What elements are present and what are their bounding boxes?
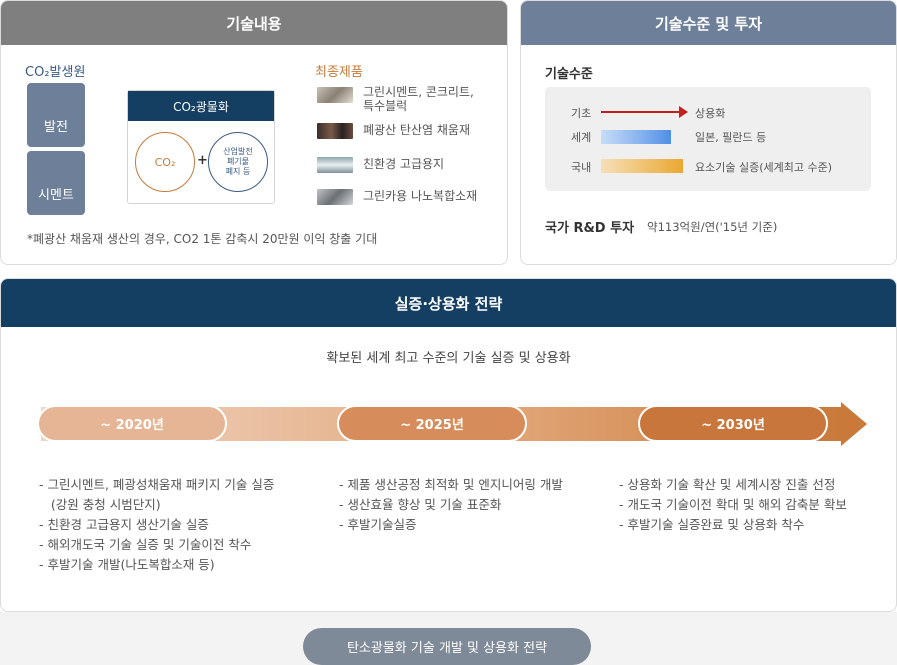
product-label: 친환경 고급용지 bbox=[363, 157, 445, 171]
stage-2025-pill: ~ 2025년 bbox=[337, 405, 527, 442]
level-row-label: 국내 bbox=[571, 161, 592, 174]
domestic-level-bar bbox=[601, 159, 683, 173]
stage-2030-pill: ~ 2030년 bbox=[638, 405, 828, 442]
stage-2020-list: - 그린시멘트, 폐광성채움재 패키지 기술 실증 (강원 충청 시범단지) -… bbox=[39, 475, 274, 575]
level-row-label: 세계 bbox=[571, 131, 592, 144]
tech-level-investment-panel: 기술수준 및 투자 기술수준 기초 상용화 세계 일본, 필란드 등 국내 요소… bbox=[520, 0, 897, 265]
level-row-value: 요소기술 실증(세계최고 수준) bbox=[695, 161, 833, 174]
figure-caption: 탄소광물화 기술 개발 및 상용화 전략 bbox=[303, 628, 591, 665]
co2-mineralization-title: CO₂광물화 bbox=[128, 91, 274, 121]
mine-filler-photo-icon bbox=[317, 123, 353, 139]
list-item: - 개도국 기술이전 확대 및 해외 감축분 확보 bbox=[619, 497, 847, 512]
arrow-right-icon bbox=[679, 106, 688, 118]
list-item: - 후발기술실증 bbox=[339, 517, 417, 532]
stage-2025-list: - 제품 생산공정 최적화 및 엔지니어링 개발 - 생산효율 향상 및 기술 … bbox=[339, 475, 563, 535]
level-row-value: 상용화 bbox=[695, 107, 726, 120]
industrial-waste-circle: 산업발전 폐기물 폐지 등 bbox=[208, 132, 268, 192]
stage-2020-pill: ~ 2020년 bbox=[37, 405, 227, 442]
cement-photo-icon bbox=[317, 87, 353, 103]
strategy-subtitle: 확보된 세계 최고 수준의 기술 실증 및 상용화 bbox=[326, 351, 571, 366]
stage-2030-list: - 상용화 기술 확산 및 세계시장 진출 선정 - 개도국 기술이전 확대 및… bbox=[619, 475, 847, 535]
co2-mineralization-box: CO₂광물화 CO₂ + 산업발전 폐기물 폐지 등 bbox=[127, 90, 275, 204]
co2-circle: CO₂ bbox=[135, 132, 195, 192]
footnote: *폐광산 채움재 생산의 경우, CO2 1톤 감축시 20만원 이익 창출 기… bbox=[27, 232, 378, 246]
list-item: - 생산효율 향상 및 기술 표준화 bbox=[339, 497, 502, 512]
product-item: 그린카용 나노복합소재 bbox=[317, 187, 477, 205]
tech-level-title: 기술수준 bbox=[545, 67, 593, 82]
product-item: 그린시멘트, 콘크리트, 특수블럭 bbox=[317, 85, 474, 113]
list-item: - 친환경 고급용지 생산기술 실증 bbox=[39, 517, 209, 532]
list-item: - 해외개도국 기술 실증 및 기술이전 착수 bbox=[39, 537, 252, 552]
industrial-waste-label: 산업발전 폐기물 폐지 등 bbox=[223, 147, 253, 176]
source-power: 발전 bbox=[27, 83, 85, 147]
product-label: 폐광산 탄산염 채움재 bbox=[363, 123, 470, 137]
level-row-value: 일본, 필란드 등 bbox=[695, 131, 767, 144]
timeline-arrow-icon bbox=[841, 402, 867, 446]
source-cement: 시멘트 bbox=[27, 151, 85, 215]
list-item: - 후발기술 실증완료 및 상용화 착수 bbox=[619, 517, 805, 532]
list-item: - 그린시멘트, 폐광성채움재 패키지 기술 실증 bbox=[39, 477, 275, 492]
tech-level-box: 기초 상용화 세계 일본, 필란드 등 국내 요소기술 실증(세계최고 수준) bbox=[545, 87, 871, 191]
rnd-investment-label: 국가 R&D 투자 bbox=[545, 221, 635, 236]
paper-photo-icon bbox=[317, 157, 353, 173]
co2-sources-title: CO₂발생원 bbox=[25, 65, 86, 80]
technology-content-panel: 기술내용 CO₂발생원 발전 시멘트 CO₂광물화 CO₂ + 산업발전 폐기물… bbox=[0, 0, 508, 265]
world-level-bar bbox=[601, 130, 671, 144]
product-label: 그린시멘트, 콘크리트, 특수블럭 bbox=[363, 85, 474, 113]
list-item: - 상용화 기술 확산 및 세계시장 진출 선정 bbox=[619, 477, 836, 492]
plus-icon: + bbox=[197, 153, 208, 168]
product-item: 친환경 고급용지 bbox=[317, 155, 444, 173]
strategy-title: 실증·상용화 전략 bbox=[1, 279, 896, 327]
strategy-panel: 실증·상용화 전략 확보된 세계 최고 수준의 기술 실증 및 상용화 ~ 20… bbox=[0, 278, 897, 612]
product-label: 그린카용 나노복합소재 bbox=[363, 189, 478, 203]
rnd-investment-value: 약113억원/연('15년 기준) bbox=[647, 220, 778, 234]
level-row-label: 기초 bbox=[571, 107, 592, 120]
tech-level-investment-title: 기술수준 및 투자 bbox=[521, 1, 896, 45]
nanocomposite-photo-icon bbox=[317, 189, 353, 205]
list-item: - 후발기술 개발(나도복합소재 등) bbox=[39, 557, 215, 572]
product-item: 폐광산 탄산염 채움재 bbox=[317, 121, 470, 139]
list-item: (강원 충청 시범단지) bbox=[39, 497, 161, 512]
technology-content-title: 기술내용 bbox=[1, 1, 507, 45]
list-item: - 제품 생산공정 최적화 및 엔지니어링 개발 bbox=[339, 477, 563, 492]
final-products-title: 최종제품 bbox=[315, 65, 363, 80]
progress-arrow-line bbox=[601, 111, 681, 113]
